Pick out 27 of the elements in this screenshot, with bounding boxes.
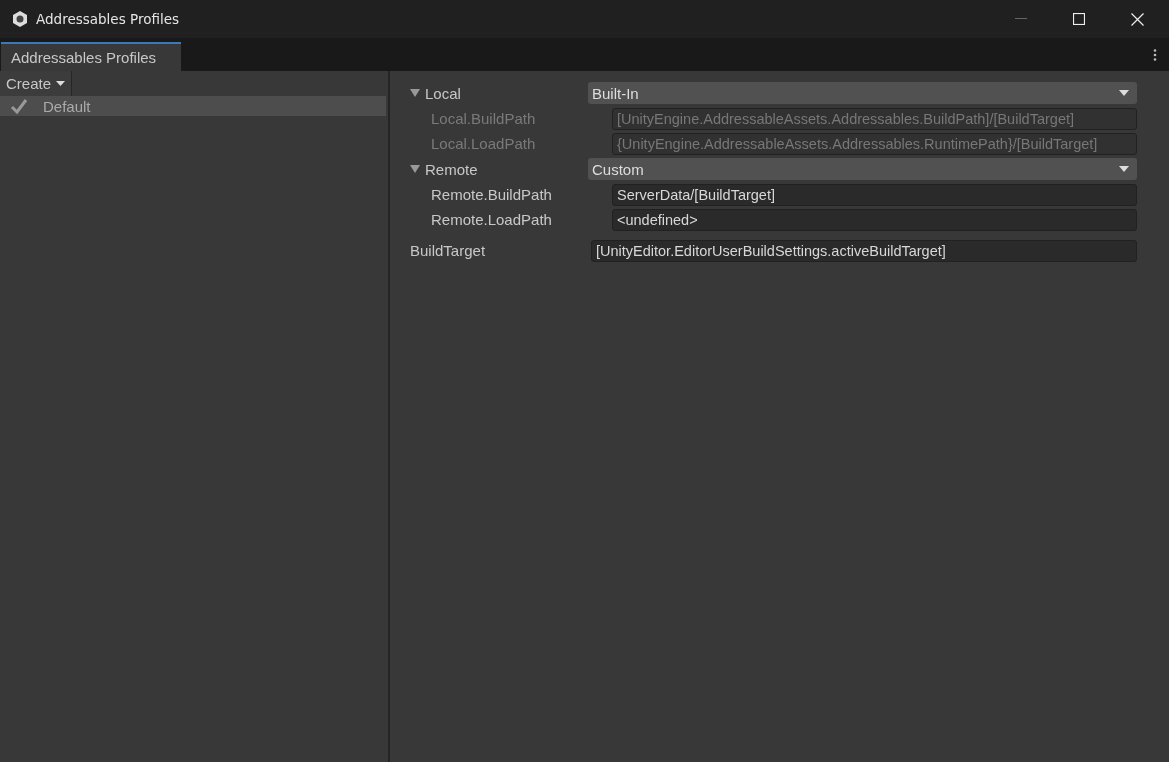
path-field[interactable]: [UnityEditor.EditorUserBuildSettings.activeBuildTarget] bbox=[591, 239, 1137, 262]
profile-item[interactable]: Default bbox=[0, 96, 386, 116]
variable-label: Remote.BuildPath bbox=[431, 186, 552, 203]
more-options-icon[interactable] bbox=[1153, 48, 1157, 61]
caret-icon bbox=[1119, 166, 1129, 172]
group-label: Local bbox=[425, 84, 461, 102]
app-logo-icon bbox=[11, 10, 29, 28]
foldout-arrow-icon[interactable] bbox=[410, 165, 420, 173]
caret-icon bbox=[56, 81, 66, 86]
group-label: Remote bbox=[425, 160, 478, 178]
close-icon[interactable] bbox=[1131, 12, 1144, 26]
path-field[interactable]: ServerData/[BuildTarget] bbox=[612, 183, 1137, 206]
window-tab[interactable]: Addressables Profiles bbox=[1, 42, 182, 71]
variable-label: Remote.LoadPath bbox=[431, 211, 552, 228]
variable-label: Local.LoadPath bbox=[431, 135, 536, 152]
profile-name: Default bbox=[43, 97, 91, 115]
foldout-arrow-icon[interactable] bbox=[410, 89, 420, 97]
variable-label: BuildTarget bbox=[410, 242, 486, 259]
caret-icon bbox=[1119, 90, 1129, 96]
mode-dropdown[interactable]: Built-In bbox=[588, 82, 1137, 104]
create-dropdown[interactable]: Create bbox=[0, 71, 73, 96]
variable-label: Local.BuildPath bbox=[431, 110, 536, 127]
window-title: Addressables Profiles bbox=[36, 11, 179, 27]
path-field[interactable]: <undefined> bbox=[612, 208, 1137, 231]
minimize-icon[interactable] bbox=[1015, 18, 1027, 20]
maximize-icon[interactable] bbox=[1073, 13, 1085, 25]
mode-dropdown[interactable]: Custom bbox=[588, 158, 1137, 180]
